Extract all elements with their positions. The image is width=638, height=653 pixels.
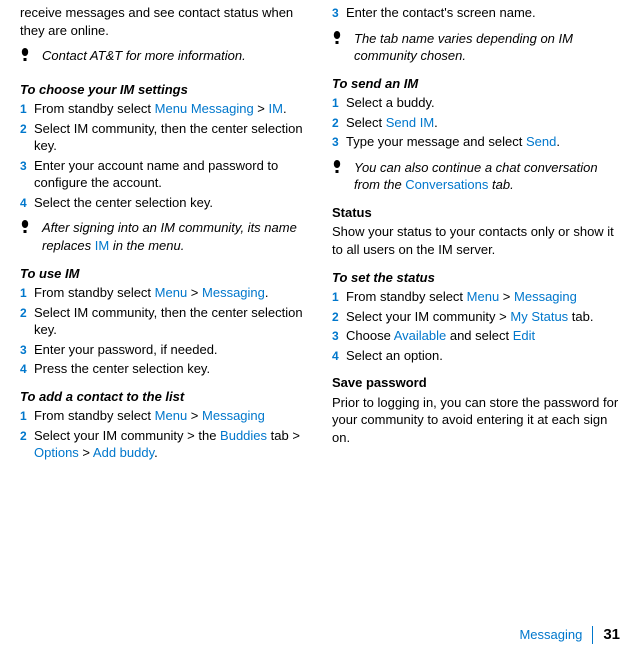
note-tab-name: The tab name varies depending on IM comm… [332, 30, 624, 65]
step-number: 1 [20, 407, 34, 424]
list-set-status: 1From standby select Menu > Messaging 2S… [332, 288, 624, 364]
intro-text: receive messages and see contact status … [20, 4, 312, 39]
step-number: 2 [20, 304, 34, 321]
heading-use-im: To use IM [20, 265, 312, 283]
step-number: 3 [20, 341, 34, 358]
info-icon [332, 31, 346, 54]
step-number: 3 [332, 327, 346, 344]
note-text: Contact AT&T for more information. [42, 47, 312, 65]
step-number: 2 [20, 120, 34, 137]
step-item: 1From standby select Menu > Messaging [332, 288, 624, 306]
list-choose-im: 1From standby select Menu Messaging > IM… [20, 100, 312, 211]
step-item: 3Type your message and select Send. [332, 133, 624, 151]
step-item: 4Press the center selection key. [20, 360, 312, 378]
step-number: 4 [20, 194, 34, 211]
step-item: 2Select IM community, then the center se… [20, 304, 312, 339]
heading-status: Status [332, 204, 624, 222]
note-text: You can also continue a chat conversatio… [354, 159, 624, 194]
step-item: 1From standby select Menu > Messaging [20, 407, 312, 425]
step-number: 1 [332, 288, 346, 305]
info-icon [20, 220, 34, 243]
info-icon [332, 160, 346, 183]
step-text: From standby select Menu > Messaging [34, 407, 312, 425]
right-column: 3Enter the contact's screen name. The ta… [332, 4, 624, 470]
step-item: 4Select the center selection key. [20, 194, 312, 212]
step-number: 4 [332, 347, 346, 364]
step-number: 2 [332, 114, 346, 131]
note-conversations: You can also continue a chat conversatio… [332, 159, 624, 194]
step-text: From standby select Menu Messaging > IM. [34, 100, 312, 118]
step-item: 2Select Send IM. [332, 114, 624, 132]
step-item: 4Select an option. [332, 347, 624, 365]
step-item: 3Enter your password, if needed. [20, 341, 312, 359]
step-text: Select IM community, then the center sel… [34, 120, 312, 155]
heading-send-im: To send an IM [332, 75, 624, 93]
step-item: 1From standby select Menu > Messaging. [20, 284, 312, 302]
step-number: 3 [332, 133, 346, 150]
step-item: 3Choose Available and select Edit [332, 327, 624, 345]
step-text: Enter your account name and password to … [34, 157, 312, 192]
step-item: 3Enter the contact's screen name. [332, 4, 624, 22]
step-text: From standby select Menu > Messaging. [34, 284, 312, 302]
step-item: 1Select a buddy. [332, 94, 624, 112]
step-text: Enter the contact's screen name. [346, 4, 624, 22]
heading-set-status: To set the status [332, 269, 624, 287]
page-number: 31 [603, 625, 620, 645]
step-number: 1 [20, 284, 34, 301]
step-number: 4 [20, 360, 34, 377]
left-column: receive messages and see contact status … [20, 4, 312, 470]
step-item: 2Select IM community, then the center se… [20, 120, 312, 155]
step-text: Select a buddy. [346, 94, 624, 112]
note-att: Contact AT&T for more information. [20, 47, 312, 71]
step-text: From standby select Menu > Messaging [346, 288, 624, 306]
step-number: 2 [20, 427, 34, 444]
page-footer: Messaging 31 [519, 625, 620, 645]
step-text: Select your IM community > the Buddies t… [34, 427, 312, 462]
step-text: Type your message and select Send. [346, 133, 624, 151]
document-page: receive messages and see contact status … [0, 0, 638, 470]
step-item: 1From standby select Menu Messaging > IM… [20, 100, 312, 118]
step-item: 2Select your IM community > the Buddies … [20, 427, 312, 462]
step-item: 2Select your IM community > My Status ta… [332, 308, 624, 326]
note-text: The tab name varies depending on IM comm… [354, 30, 624, 65]
note-text: After signing into an IM community, its … [42, 219, 312, 254]
step-text: Select the center selection key. [34, 194, 312, 212]
step-text: Select Send IM. [346, 114, 624, 132]
step-number: 3 [332, 4, 346, 21]
footer-section: Messaging [519, 626, 582, 644]
heading-add-contact: To add a contact to the list [20, 388, 312, 406]
list-add-contact: 1From standby select Menu > Messaging 2S… [20, 407, 312, 462]
list-add-contact-cont: 3Enter the contact's screen name. [332, 4, 624, 22]
list-use-im: 1From standby select Menu > Messaging. 2… [20, 284, 312, 378]
step-text: Choose Available and select Edit [346, 327, 624, 345]
info-icon [20, 48, 34, 71]
step-text: Enter your password, if needed. [34, 341, 312, 359]
heading-save-password: Save password [332, 374, 624, 392]
step-text: Press the center selection key. [34, 360, 312, 378]
save-password-description: Prior to logging in, you can store the p… [332, 394, 624, 447]
step-item: 3Enter your account name and password to… [20, 157, 312, 192]
step-number: 3 [20, 157, 34, 174]
step-text: Select an option. [346, 347, 624, 365]
step-number: 1 [20, 100, 34, 117]
step-text: Select your IM community > My Status tab… [346, 308, 624, 326]
list-send-im: 1Select a buddy. 2Select Send IM. 3Type … [332, 94, 624, 151]
step-text: Select IM community, then the center sel… [34, 304, 312, 339]
status-description: Show your status to your contacts only o… [332, 223, 624, 258]
step-number: 1 [332, 94, 346, 111]
note-im-community: After signing into an IM community, its … [20, 219, 312, 254]
heading-choose-im-settings: To choose your IM settings [20, 81, 312, 99]
step-number: 2 [332, 308, 346, 325]
footer-divider [592, 626, 593, 644]
